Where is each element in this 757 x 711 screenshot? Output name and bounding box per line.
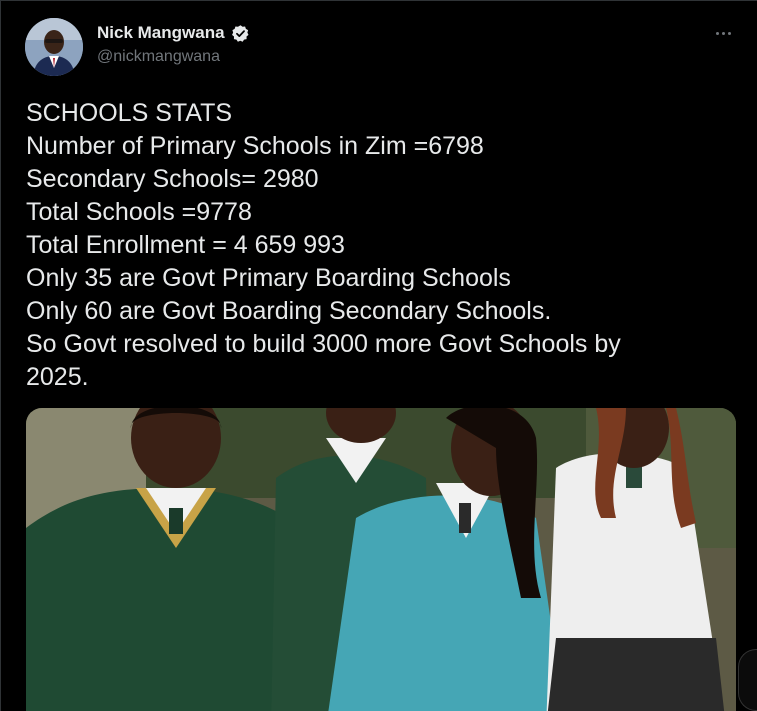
- tweet-photo[interactable]: [26, 408, 736, 711]
- more-dot: [727, 31, 731, 35]
- avatar-image: [25, 18, 83, 76]
- tweet-line: SCHOOLS STATS: [26, 99, 233, 127]
- tweet-line: Only 35 are Govt Primary Boarding School…: [26, 264, 511, 292]
- tweet-line: 2025.: [26, 363, 89, 391]
- author-display-name[interactable]: Nick Mangwana: [97, 23, 225, 43]
- scroll-edge-handle[interactable]: [738, 649, 757, 711]
- students-photo-image: [26, 408, 736, 711]
- tweet-line: Secondary Schools= 2980: [26, 165, 319, 193]
- author-handle[interactable]: @nickmangwana: [97, 48, 250, 66]
- tweet-text: SCHOOLS STATS Number of Primary Schools …: [26, 97, 726, 394]
- tweet-line: Number of Primary Schools in Zim =6798: [26, 132, 484, 160]
- more-dot: [721, 31, 725, 35]
- author-avatar[interactable]: [25, 18, 83, 76]
- more-options-icon[interactable]: [711, 23, 735, 43]
- tweet-line: Total Enrollment = 4 659 993: [26, 231, 345, 259]
- author-info: Nick Mangwana @nickmangwana: [97, 23, 250, 66]
- more-dot: [715, 31, 719, 35]
- tweet-line: Only 60 are Govt Boarding Secondary Scho…: [26, 297, 552, 325]
- verified-badge-icon: [231, 24, 250, 43]
- tweet-line: So Govt resolved to build 3000 more Govt…: [26, 330, 621, 358]
- tweet-line: Total Schools =9778: [26, 198, 252, 226]
- tweet-card[interactable]: Nick Mangwana @nickmangwana SCHOOLS STAT…: [0, 0, 757, 711]
